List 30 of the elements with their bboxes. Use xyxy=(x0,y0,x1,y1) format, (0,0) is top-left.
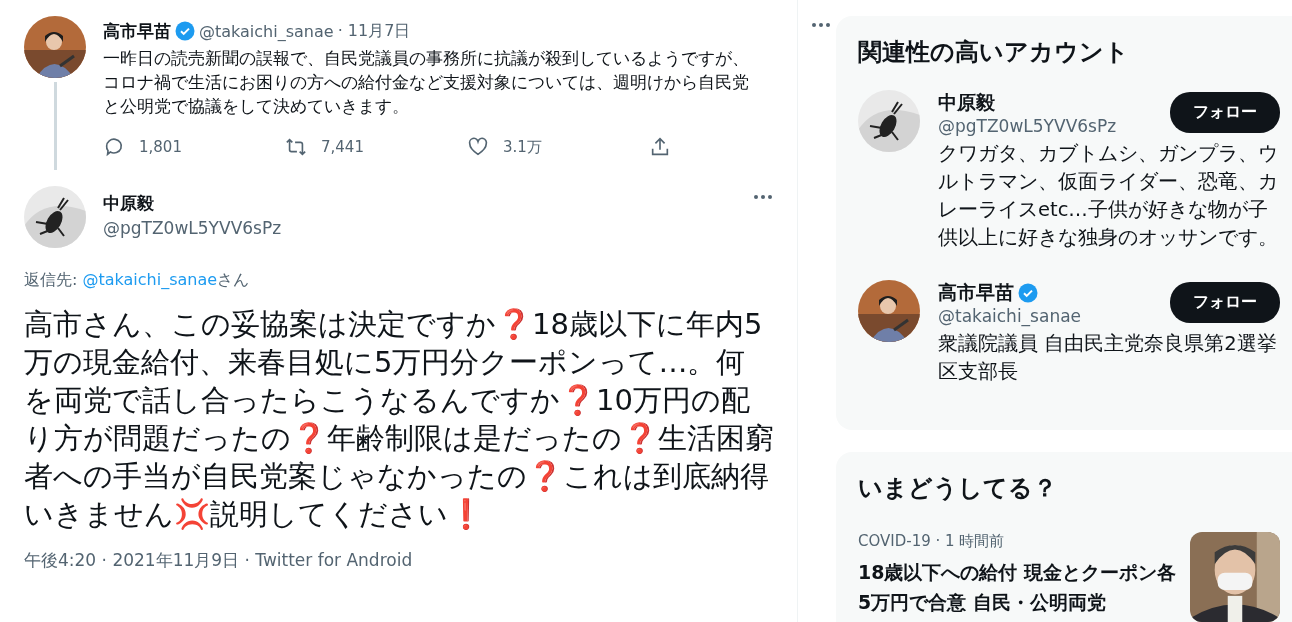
trend-meta: COVID-19 · 1 時間前 xyxy=(858,532,1006,551)
action-count: 1,801 xyxy=(139,138,182,156)
account-name[interactable]: 高市早苗 xyxy=(938,280,1014,306)
tweet-date: · 11月7日 xyxy=(337,20,411,42)
account-bio: 衆議院議員 自由民主党奈良県第2選挙区支部長 xyxy=(938,331,1278,385)
retweet-icon[interactable] xyxy=(285,136,307,158)
card-title: いまどうしてる？ xyxy=(858,473,1058,504)
trend-headline[interactable]: 18歳以下への給付 現金とクーポン各5万円で合意 自民・公明両党 xyxy=(858,557,1178,617)
account-handle: @takaichi_sanae xyxy=(938,306,1082,326)
heart-icon[interactable] xyxy=(467,136,489,158)
reply-to-line: 返信先: @takaichi_sanaeさん xyxy=(23,269,251,291)
author-name: 高市早苗 xyxy=(103,19,171,43)
more-icon[interactable] xyxy=(753,194,773,200)
author-name: 中原毅 xyxy=(103,191,154,215)
tweet-timestamp: 午後4:20 · 2021年11月9日 · Twitter for Android xyxy=(23,549,414,572)
account-handle: @pgTZ0wL5YVV6sPz xyxy=(938,116,1117,136)
more-icon[interactable] xyxy=(811,22,831,28)
action-count: 7,441 xyxy=(321,138,364,156)
follow-button[interactable]: フォロー xyxy=(1170,282,1280,323)
account-name[interactable]: 中原毅 xyxy=(938,90,995,116)
author-handle: @takaichi_sanae xyxy=(199,21,334,41)
action-count: 3.1万 xyxy=(503,137,542,157)
account-bio: クワガタ、カブトムシ、ガンプラ、ウルトラマン、仮面ライダー、恐竜、カレーライスetc…子供が好きな物が子供以上に好きな独身のオッサンです。 xyxy=(938,141,1279,251)
follow-button[interactable]: フォロー xyxy=(1170,92,1280,133)
card-title: 関連性の高いアカウント xyxy=(858,37,1130,68)
author-handle: @pgTZ0wL5YVV6sPz xyxy=(103,218,283,238)
share-icon[interactable] xyxy=(649,136,671,158)
tweet-text: 高市さん、この妥協案は決定ですか❓18歳以下に年内5万の現金給付、来春目処に5万円分クーポンって…。何を両党で話し合ったらこうなるんですか❓10万円の配り方が問題だったの❓年齢制限は是だったの❓生活困窮者への手当が自民党案じゃなかったの❓これは到底納得いきません💢説明してください❗ xyxy=(24,306,774,533)
speech-bubble-icon[interactable] xyxy=(103,136,125,158)
tweet-text: 一昨日の読売新聞の誤報で、自民党議員の事務所に抗議が殺到しているようですが、コロナ禍で生活にお困りの方への給付金など支援対象については、週明けから自民党と公明党で協議をして決めていきます。 xyxy=(103,47,750,118)
